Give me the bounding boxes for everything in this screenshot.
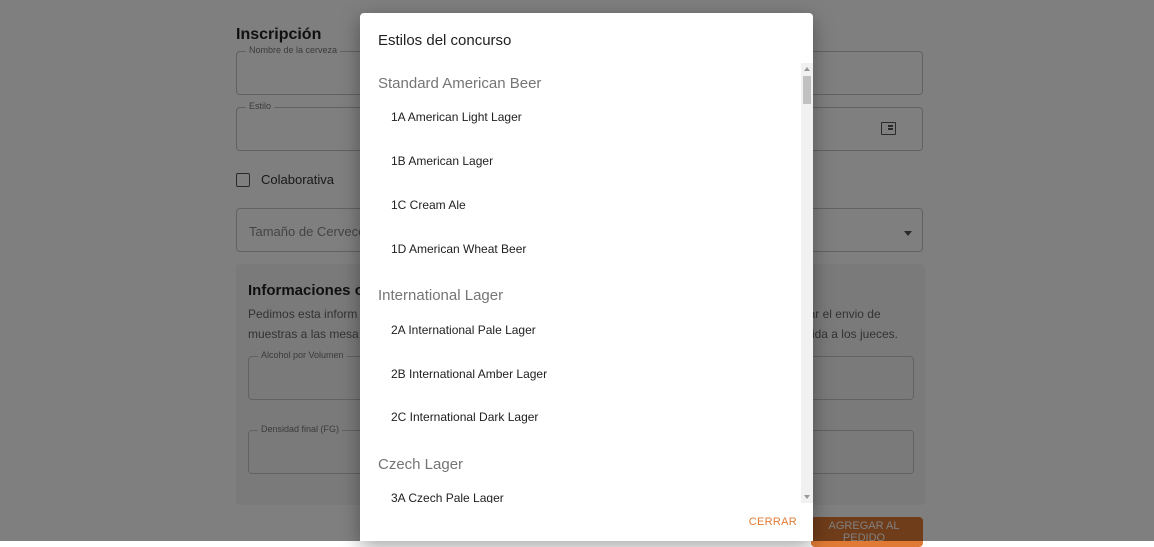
- list-item[interactable]: 3A Czech Pale Lager: [391, 491, 504, 503]
- list-item[interactable]: 2B International Amber Lager: [391, 367, 547, 381]
- list-item[interactable]: 1B American Lager: [391, 154, 493, 168]
- list-item[interactable]: 2A International Pale Lager: [391, 323, 536, 337]
- dialog-title: Estilos del concurso: [378, 32, 512, 49]
- list-item[interactable]: 1A American Light Lager: [391, 110, 522, 124]
- group-header: Standard American Beer: [378, 75, 542, 92]
- scroll-thumb[interactable]: [803, 76, 811, 104]
- list-item[interactable]: 1D American Wheat Beer: [391, 242, 526, 256]
- styles-list[interactable]: Standard American Beer 1A American Light…: [360, 63, 801, 503]
- list-scrollbar[interactable]: [801, 63, 813, 503]
- list-item[interactable]: 2C International Dark Lager: [391, 410, 538, 424]
- styles-dialog: Estilos del concurso Standard American B…: [360, 13, 813, 541]
- group-header: Czech Lager: [378, 456, 464, 473]
- group-header: International Lager: [378, 287, 504, 304]
- scroll-down-icon[interactable]: [804, 495, 810, 499]
- close-button[interactable]: CERRAR: [745, 512, 801, 532]
- scroll-up-icon[interactable]: [804, 67, 810, 71]
- list-item[interactable]: 1C Cream Ale: [391, 198, 466, 212]
